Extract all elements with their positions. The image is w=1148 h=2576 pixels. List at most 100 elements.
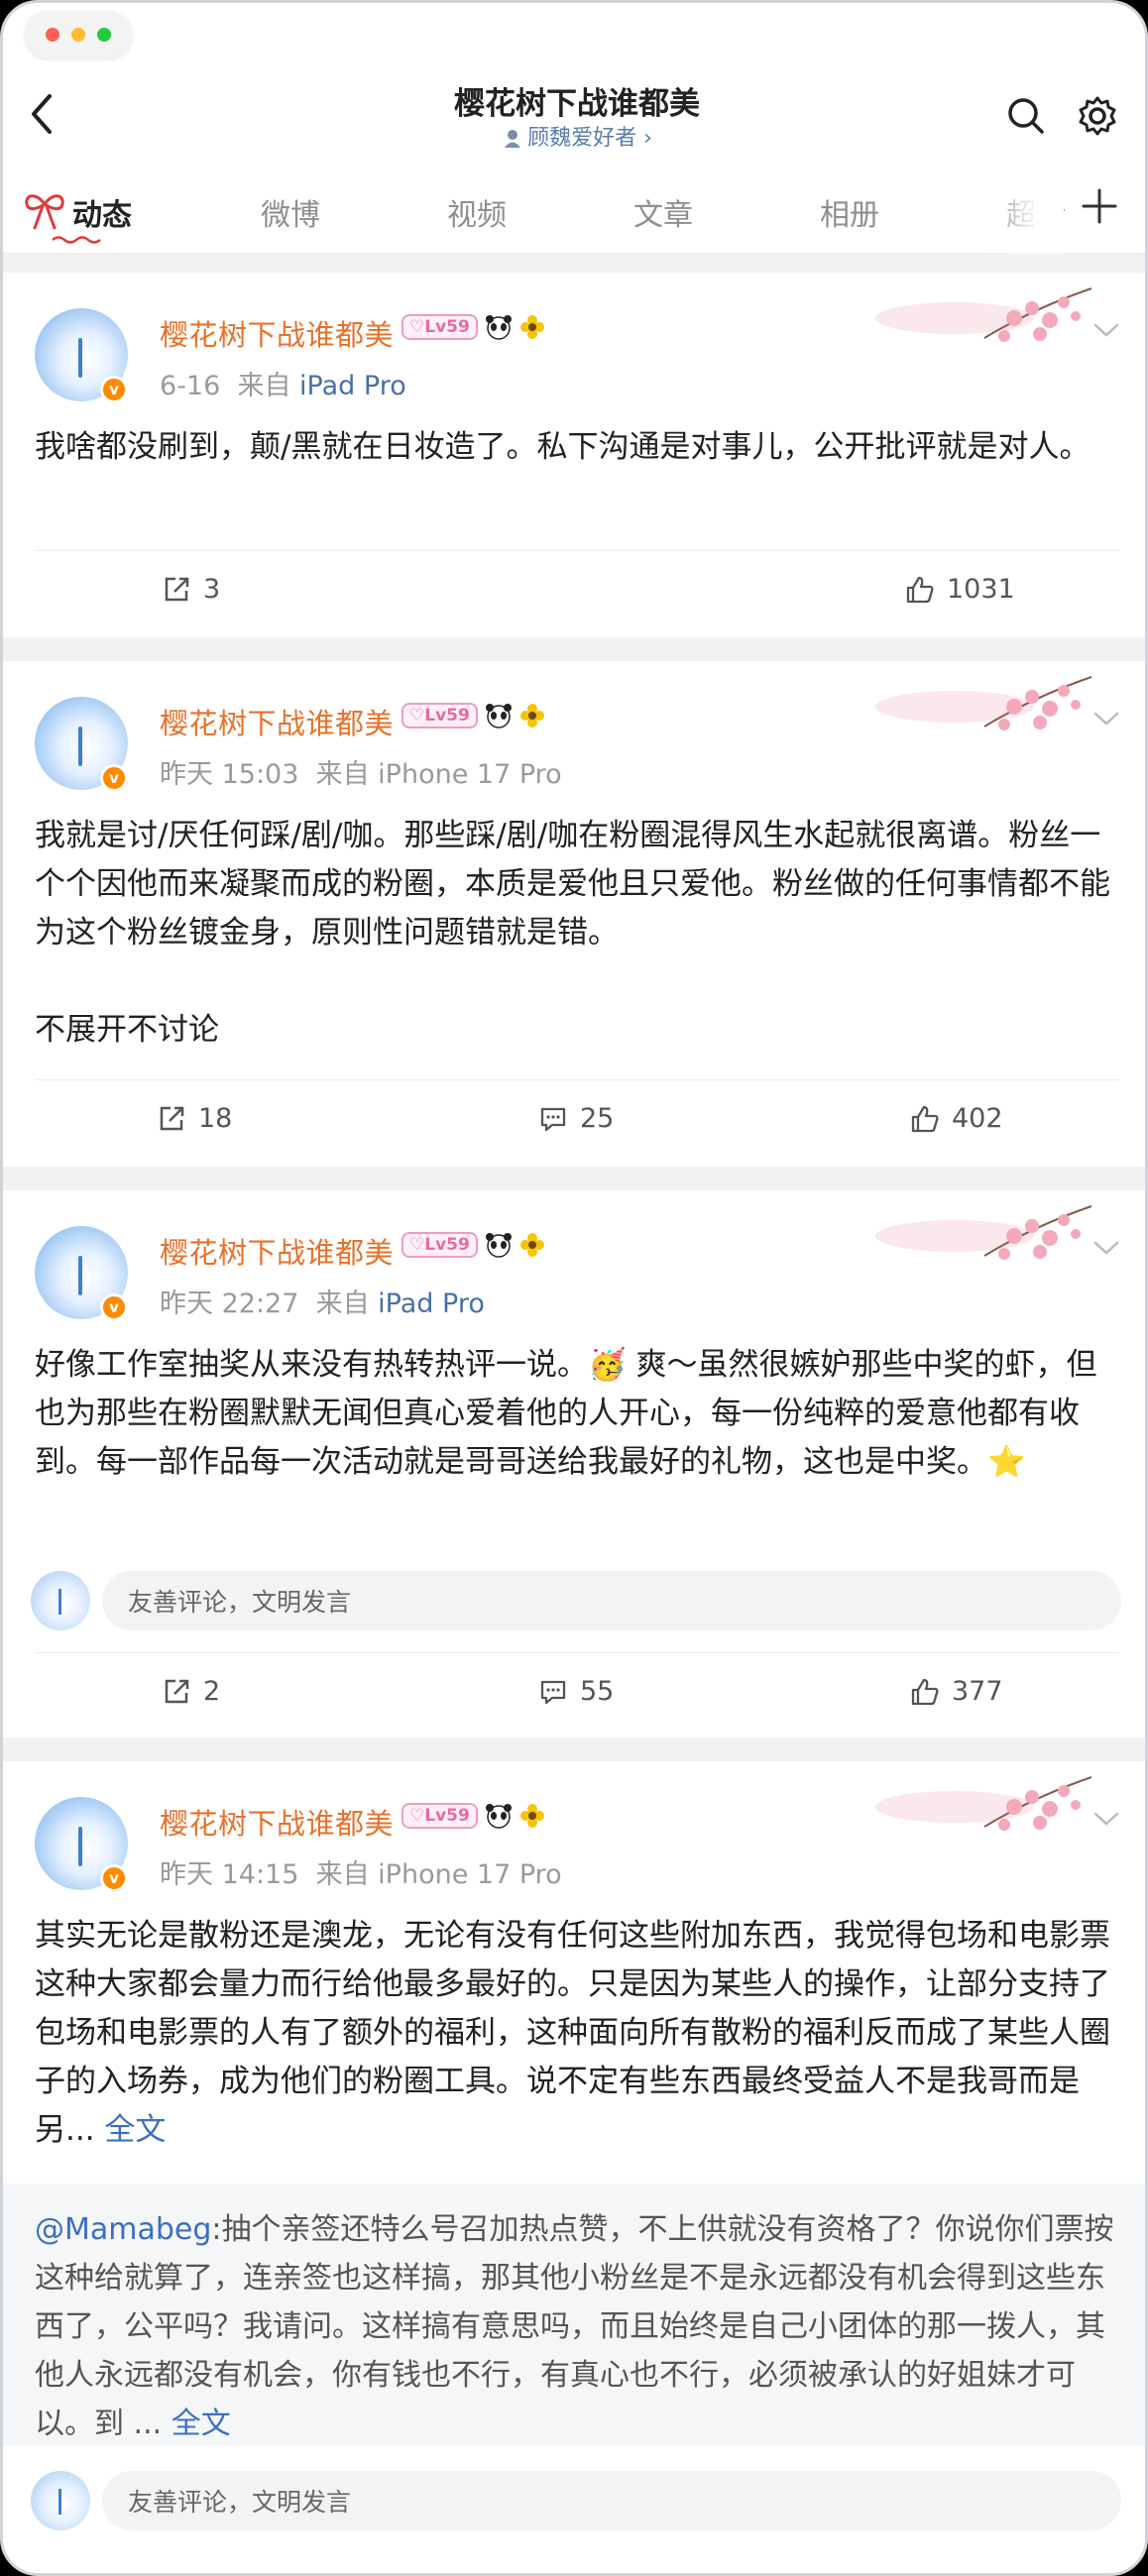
read-more-link[interactable]: 全文 — [104, 2112, 166, 2148]
repost-count: 2 — [203, 1676, 221, 1707]
panda-icon — [485, 704, 512, 728]
panda-icon — [485, 315, 512, 340]
user-badges: ♡Lv59 — [402, 1232, 545, 1258]
author-name[interactable]: 樱花树下战谁都美 — [160, 1230, 394, 1272]
tab-weibo[interactable]: 微博 — [261, 190, 320, 234]
repost-button[interactable]: 2 — [162, 1676, 220, 1707]
divider — [35, 1652, 1119, 1653]
flower-icon — [519, 1233, 544, 1257]
search-icon[interactable] — [1004, 94, 1048, 138]
post-card[interactable]: v 樱花树下战谁都美 ♡Lv59 昨天 14:15 来自 iPhone 17 P… — [3, 1761, 1145, 2573]
like-button[interactable]: 1031 — [905, 574, 1015, 605]
tab-fade — [984, 167, 1064, 254]
repost-count: 18 — [198, 1103, 233, 1134]
post-source[interactable]: iPad Pro — [378, 1288, 485, 1319]
separator — [3, 1737, 1145, 1761]
level-badge: ♡Lv59 — [402, 1232, 478, 1258]
sakura-decoration — [875, 1205, 1092, 1260]
chevron-down-icon[interactable] — [1091, 1238, 1121, 1258]
source-prefix: 来自 — [237, 371, 291, 401]
comment-icon — [540, 1680, 566, 1704]
sakura-decoration — [875, 676, 1092, 730]
comment-input[interactable]: 友善评论，文明发言 — [102, 2471, 1121, 2530]
chevron-down-icon[interactable] — [1091, 320, 1121, 340]
like-count: 377 — [952, 1676, 1003, 1707]
post-time: 昨天 15:03 — [160, 759, 299, 790]
maximize-dot[interactable] — [97, 28, 111, 42]
repost-icon — [165, 1679, 189, 1703]
post-source[interactable]: iPhone 17 Pro — [378, 1859, 562, 1890]
comment-button[interactable]: 55 — [538, 1676, 614, 1707]
post-text-line2: 不展开不讨论 — [35, 1012, 219, 1048]
thumbs-up-icon — [911, 1105, 939, 1132]
quoted-read-more-link[interactable]: 全文 — [172, 2407, 231, 2441]
chevron-down-icon[interactable] — [1091, 709, 1121, 728]
chevron-down-icon[interactable] — [1091, 1809, 1121, 1829]
post-card[interactable]: v 樱花树下战谁都美 ♡Lv59 昨天 15:03 来自 iPhone 17 P… — [3, 661, 1145, 1167]
close-dot[interactable] — [46, 28, 59, 42]
like-button[interactable]: 377 — [910, 1676, 1003, 1707]
separator — [3, 1167, 1145, 1190]
tab-album[interactable]: 相册 — [820, 190, 879, 234]
repost-button[interactable]: 3 — [162, 574, 220, 605]
level-badge: ♡Lv59 — [402, 1803, 478, 1829]
quoted-post[interactable]: @Mamabeg:抽个亲签还特么号召加热点赞，不上供就没有资格了？你说你们票按这… — [3, 2184, 1145, 2445]
panda-icon — [485, 1233, 512, 1258]
author-name[interactable]: 樱花树下战谁都美 — [160, 312, 394, 354]
user-badges: ♡Lv59 — [402, 314, 545, 340]
source-prefix: 来自 — [315, 759, 370, 790]
app-window: 樱花树下战谁都美 顾魏爱好者 › 动态 微博 视频 文章 相册 超话 v 樱花树… — [0, 0, 1148, 2576]
repost-button[interactable]: 18 — [157, 1103, 232, 1134]
verified-badge: v — [100, 376, 128, 403]
subtitle-text: 顾魏爱好者 — [527, 126, 637, 151]
subtitle-chevron: › — [643, 126, 652, 151]
author-name[interactable]: 樱花树下战谁都美 — [160, 1801, 394, 1843]
page-subtitle[interactable]: 顾魏爱好者 › — [3, 120, 1145, 152]
post-meta: 昨天 22:27 来自 iPad Pro — [160, 1282, 485, 1320]
my-avatar — [31, 2471, 90, 2530]
sakura-decoration — [875, 1776, 1092, 1831]
like-button[interactable]: 402 — [910, 1103, 1003, 1134]
flower-icon — [519, 704, 544, 728]
panda-icon — [485, 1804, 512, 1829]
verified-badge: v — [100, 764, 128, 792]
quoted-user[interactable]: @Mamabeg — [35, 2212, 211, 2247]
divider — [35, 1079, 1119, 1080]
verified-badge: v — [100, 1293, 128, 1321]
user-badges: ♡Lv59 — [402, 703, 545, 728]
page-title: 樱花树下战谁都美 — [454, 86, 700, 122]
minimize-dot[interactable] — [71, 28, 85, 42]
source-prefix: 来自 — [315, 1859, 370, 1890]
my-avatar — [31, 1571, 90, 1630]
tab-articles[interactable]: 文章 — [633, 190, 693, 234]
post-card[interactable]: v 樱花树下战谁都美 ♡Lv59 6-16 来自 iPad Pro 我啥都没刷到… — [3, 273, 1145, 637]
comment-input[interactable]: 友善评论，文明发言 — [102, 1571, 1121, 1630]
author-name[interactable]: 樱花树下战谁都美 — [160, 701, 394, 742]
post-source[interactable]: iPhone 17 Pro — [378, 759, 562, 790]
gear-icon[interactable] — [1076, 94, 1119, 138]
like-count: 402 — [952, 1103, 1003, 1134]
repost-icon — [160, 1106, 184, 1130]
level-badge: ♡Lv59 — [402, 703, 478, 728]
tab-active-indicator — [52, 236, 101, 244]
post-meta: 昨天 14:15 来自 iPhone 17 Pro — [160, 1852, 562, 1891]
flower-icon — [519, 315, 544, 339]
comment-count: 55 — [580, 1676, 615, 1707]
comment-button[interactable]: 25 — [538, 1103, 614, 1134]
flower-icon — [519, 1804, 544, 1828]
post-text: 好像工作室抽奖从来没有热转热评一说。🥳 爽～虽然很嫉妒那些中奖的虾，但也为那些在… — [35, 1347, 1097, 1480]
divider — [35, 550, 1119, 551]
post-text: 我啥都没刷到，颠/黑就在日妆造了。私下沟通是对事儿，公开批评就是对人。 — [35, 429, 1091, 465]
tab-video[interactable]: 视频 — [447, 190, 507, 234]
separator — [3, 637, 1145, 661]
thumbs-up-icon — [911, 1678, 939, 1705]
post-text: 我就是讨/厌任何踩/剧/咖。那些踩/剧/咖在粉圈混得风生水起就很离谱。粉丝一个个… — [35, 818, 1110, 951]
post-card[interactable]: v 樱花树下战谁都美 ♡Lv59 昨天 22:27 来自 iPad Pro 好像… — [3, 1190, 1145, 1737]
post-source[interactable]: iPad Pro — [299, 371, 406, 401]
level-badge: ♡Lv59 — [402, 314, 478, 340]
thumbs-up-icon — [906, 576, 934, 603]
plus-icon[interactable] — [1080, 186, 1119, 226]
post-text-body: 其实无论是散粉还是澳龙，无论有没有任何这些附加东西，我觉得包场和电影票这种大家都… — [35, 1918, 1110, 2148]
fan-club-icon — [505, 130, 521, 148]
tab-dynamics[interactable]: 动态 — [72, 190, 132, 234]
